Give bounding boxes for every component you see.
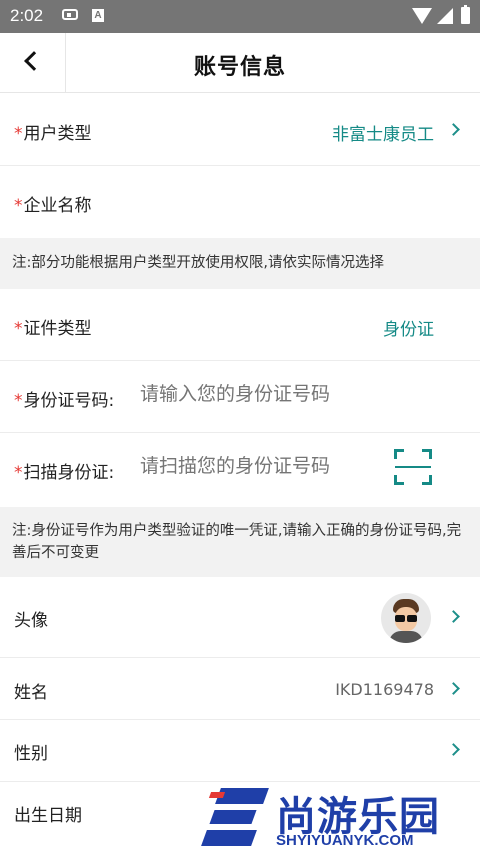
header: 账号信息 — [0, 33, 480, 93]
logo-bar — [201, 830, 257, 846]
scan-line — [395, 466, 431, 468]
gender-label: 性别 — [14, 744, 48, 764]
name-value: IKD1169478 — [335, 680, 434, 699]
avatar-body — [389, 631, 423, 643]
user-type-note: 注:部分功能根据用户类型开放使用权限,请依实际情况选择 — [0, 238, 480, 289]
name-row[interactable]: 姓名 IKD1169478 — [0, 658, 480, 720]
id-note: 注:身份证号作为用户类型验证的唯一凭证,请输入正确的身份证号码,完善后不可变更 — [0, 507, 480, 577]
watermark-logo — [201, 788, 269, 848]
name-label: 姓名 — [14, 683, 48, 703]
page-title: 账号信息 — [193, 55, 286, 80]
battery-icon — [461, 5, 470, 24]
scan-id-label: *扫描身份证: — [14, 463, 115, 483]
logo-bar — [209, 810, 257, 824]
avatar-glasses — [407, 615, 417, 622]
scan-corner — [422, 475, 432, 485]
chevron-right-icon — [447, 682, 460, 695]
wifi-icon — [412, 8, 432, 24]
id-type-row[interactable]: *证件类型 身份证 — [0, 289, 480, 361]
id-number-label: *身份证号码: — [14, 391, 115, 411]
scan-corner — [422, 449, 432, 459]
birth-date-label: 出生日期 — [14, 806, 82, 826]
scan-corner — [394, 449, 404, 459]
company-row[interactable]: *企业名称 — [0, 166, 480, 238]
user-type-label: *用户类型 — [14, 124, 92, 144]
logo-accent — [208, 792, 226, 798]
chevron-right-icon — [447, 123, 460, 136]
gamepad-icon — [62, 9, 78, 20]
id-number-row: *身份证号码: — [0, 361, 480, 433]
chevron-right-icon — [447, 610, 460, 623]
avatar-glasses — [395, 615, 405, 622]
company-label: *企业名称 — [14, 196, 92, 216]
chevron-right-icon — [447, 743, 460, 756]
user-type-row[interactable]: *用户类型 非富士康员工 — [0, 94, 480, 166]
scan-corner — [394, 475, 404, 485]
scan-id-input[interactable] — [140, 455, 370, 477]
signal-icon — [437, 8, 453, 24]
avatar-label: 头像 — [14, 611, 48, 631]
id-number-input[interactable] — [140, 383, 370, 405]
app-notification-icon: A — [92, 9, 104, 22]
status-time: 2:02 — [10, 6, 44, 25]
avatar[interactable] — [381, 593, 431, 643]
status-bar: 2:02 A — [0, 0, 480, 33]
watermark-domain: SHYIYUANYK.COM — [276, 832, 414, 849]
id-type-value: 身份证 — [383, 320, 434, 340]
gender-row[interactable]: 性别 — [0, 720, 480, 782]
user-type-value: 非富士康员工 — [332, 125, 434, 145]
scan-icon[interactable] — [394, 449, 432, 485]
id-type-label: *证件类型 — [14, 319, 92, 339]
